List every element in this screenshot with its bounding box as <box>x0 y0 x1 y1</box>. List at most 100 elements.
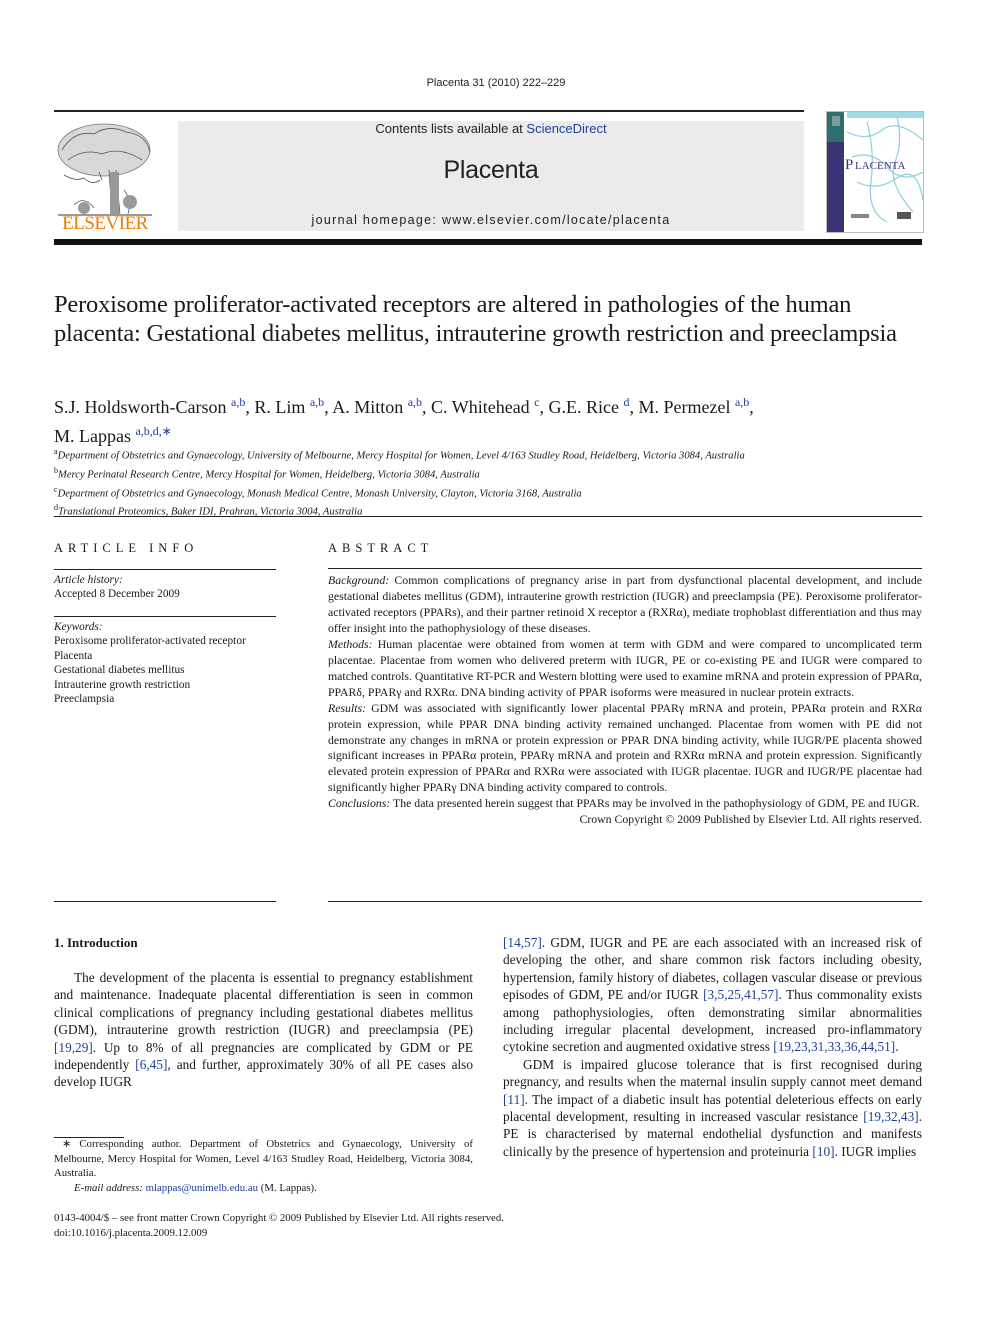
contents-line: Contents lists available at ScienceDirec… <box>178 121 804 136</box>
affiliation-marker[interactable]: a,b <box>735 395 749 409</box>
abstract-heading: ABSTRACT <box>328 541 434 555</box>
body-paragraph: The development of the placenta is essen… <box>54 969 473 1091</box>
abstract-label: Methods: <box>328 636 373 651</box>
citation-link[interactable]: [14,57] <box>503 935 542 950</box>
author-name: M. Lappas <box>54 426 136 446</box>
abstract-label: Results: <box>328 700 367 715</box>
cover-image-icon: P LACENTA <box>827 112 923 232</box>
affiliation-marker[interactable]: a,b <box>310 395 324 409</box>
abstract-copyright: Crown Copyright © 2009 Published by Else… <box>579 812 922 827</box>
body-text: . <box>895 1039 899 1055</box>
author-separator: , <box>749 397 754 417</box>
abstract-background: Background: Common complications of preg… <box>328 573 922 637</box>
keywords-rule <box>54 616 276 617</box>
section-heading-introduction: 1. Introduction <box>54 935 138 950</box>
body-text: . IUGR implies <box>834 1143 917 1159</box>
body-paragraph: GDM is impaired glucose tolerance that i… <box>503 1056 922 1160</box>
keywords-block: Keywords: Peroxisome proliferator-activa… <box>54 620 284 706</box>
citation-link[interactable]: [11] <box>503 1092 525 1107</box>
affiliation-list: aDepartment of Obstetrics and Gynaecolog… <box>54 445 934 520</box>
abstract-body: Background: Common complications of preg… <box>328 573 922 828</box>
footnote: ∗ Corresponding author. Department of Ob… <box>54 1137 473 1195</box>
author-list: S.J. Holdsworth-Carson a,b, R. Lim a,b, … <box>54 390 934 448</box>
email-line: E-mail address: mlappas@unimelb.edu.au (… <box>54 1181 473 1196</box>
affiliation-text: Department of Obstetrics and Gynaecology… <box>57 488 582 500</box>
abstract-bottom-rule <box>328 901 922 902</box>
email-suffix: (M. Lappas). <box>258 1181 317 1194</box>
author-separator: , <box>324 397 333 417</box>
affiliation-marker[interactable]: a,b <box>231 395 245 409</box>
affiliation-text: Department of Obstetrics and Gynaecology… <box>57 450 745 462</box>
accepted-date: Accepted 8 December 2009 <box>54 588 180 601</box>
author-name: R. Lim <box>254 397 310 417</box>
abstract-text: GDM was associated with significantly lo… <box>328 700 922 795</box>
email-label: E-mail address: <box>74 1181 143 1194</box>
header-rule <box>54 110 804 112</box>
affiliation-marker[interactable]: a,b,d,∗ <box>135 424 171 438</box>
abstract-methods: Methods: Human placentae were obtained f… <box>328 637 922 701</box>
elsevier-logo[interactable]: ELSEVIER <box>54 120 156 235</box>
keyword-item: Intrauterine growth restriction <box>54 678 191 691</box>
abstract-text: Common complications of pregnancy arise … <box>328 573 922 635</box>
article-history: Article history: Accepted 8 December 200… <box>54 573 284 602</box>
sciencedirect-link[interactable]: ScienceDirect <box>526 121 606 136</box>
article-history-label: Article history: <box>54 574 123 586</box>
author-name: M. Permezel <box>638 397 735 417</box>
journal-homepage[interactable]: journal homepage: www.elsevier.com/locat… <box>178 213 804 227</box>
elsevier-wordmark: ELSEVIER <box>62 213 148 234</box>
abstract-rule <box>328 568 922 569</box>
keywords-label: Keywords: <box>54 621 103 633</box>
body-text: The development of the placenta is essen… <box>54 970 473 1038</box>
abstract-results: Results: GDM was associated with signifi… <box>328 701 922 797</box>
svg-text:LACENTA: LACENTA <box>855 160 906 172</box>
body-text: . The impact of a diabetic insult has po… <box>503 1091 922 1125</box>
journal-cover[interactable]: P LACENTA <box>826 111 924 233</box>
journal-citation: Placenta 31 (2010) 222–229 <box>426 77 566 89</box>
abstract-label: Conclusions: <box>328 796 391 811</box>
corresponding-author-note: ∗ Corresponding author. Department of Ob… <box>54 1138 473 1180</box>
author-separator: , <box>629 397 639 417</box>
affiliation-item: bMercy Perinatal Research Centre, Mercy … <box>54 464 934 483</box>
citation-link[interactable]: [6,45] <box>135 1057 167 1072</box>
email-link[interactable]: mlappas@unimelb.edu.au <box>146 1182 259 1194</box>
author-name: S.J. Holdsworth-Carson <box>54 397 232 417</box>
body-column-right: [14,57]. GDM, IUGR and PE are each assoc… <box>503 934 922 1160</box>
affiliation-item: dTranslational Proteomics, Baker IDI, Pr… <box>54 501 934 520</box>
abstract-text: Human placentae were obtained from women… <box>328 636 922 699</box>
bottom-meta: 0143-4004/$ – see front matter Crown Cop… <box>54 1211 754 1240</box>
citation-link[interactable]: [19,29] <box>54 1040 93 1055</box>
author-separator: , <box>245 397 255 417</box>
svg-text:P: P <box>845 157 853 173</box>
author-separator: , <box>539 397 549 417</box>
article-title: Peroxisome proliferator-activated recept… <box>54 291 897 347</box>
keyword-item: Peroxisome proliferator-activated recept… <box>54 635 246 648</box>
citation-link[interactable]: [10] <box>812 1144 834 1159</box>
affiliation-text: Mercy Perinatal Research Centre, Mercy H… <box>58 469 480 481</box>
author-name: C. Whitehead <box>431 397 535 417</box>
author-name: G.E. Rice <box>548 397 624 417</box>
article-info-heading: ARTICLE INFO <box>54 541 199 555</box>
keyword-item: Placenta <box>54 649 93 662</box>
issn-line: 0143-4004/$ – see front matter Crown Cop… <box>54 1212 504 1224</box>
article-info-rule <box>54 569 276 570</box>
body-column-left: The development of the placenta is essen… <box>54 969 473 1091</box>
author-name: A. Mitton <box>332 397 408 417</box>
journal-name: Placenta <box>443 156 539 184</box>
affiliation-item: aDepartment of Obstetrics and Gynaecolog… <box>54 445 934 464</box>
affiliation-item: cDepartment of Obstetrics and Gynaecolog… <box>54 483 934 502</box>
citation-link[interactable]: [3,5,25,41,57] <box>703 987 778 1002</box>
affiliation-marker[interactable]: a,b <box>408 395 422 409</box>
article-info-bottom-rule <box>54 901 276 902</box>
contents-prefix: Contents lists available at <box>375 121 527 136</box>
author-separator: , <box>422 397 432 417</box>
citation-link[interactable]: [19,32,43] <box>863 1109 918 1124</box>
doi-line[interactable]: doi:10.1016/j.placenta.2009.12.009 <box>54 1226 754 1241</box>
abstract-label: Background: <box>328 573 390 587</box>
title-rule <box>54 516 922 517</box>
abstract-text: The data presented herein suggest that P… <box>390 796 920 811</box>
keyword-item: Gestational diabetes mellitus <box>54 664 185 677</box>
citation-link[interactable]: [19,23,31,33,36,44,51] <box>773 1039 895 1054</box>
body-paragraph: [14,57]. GDM, IUGR and PE are each assoc… <box>503 934 922 1056</box>
abstract-conclusions: Conclusions: The data presented herein s… <box>328 796 922 812</box>
body-text: GDM is impaired glucose tolerance that i… <box>503 1056 922 1090</box>
